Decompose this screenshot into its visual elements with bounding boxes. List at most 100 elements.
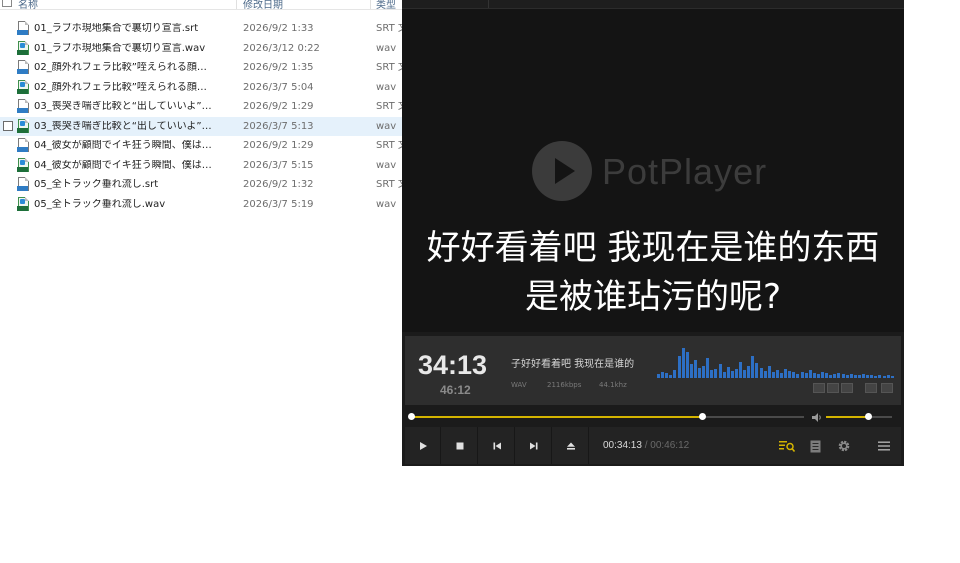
spectrum-bar: [698, 368, 701, 378]
file-type: wav: [376, 120, 397, 132]
subtitle-search-button[interactable]: [778, 437, 796, 455]
info-panel: 34:13 46:12 子好好看着吧 我现在是谁的 WAV 2116kbps 4…: [405, 336, 901, 405]
skip-forward-icon: [529, 442, 537, 449]
file-row[interactable]: 05_全トラック垂れ流し.wav 2026/3/7 5:19 wav: [0, 195, 402, 214]
file-name: 05_全トラック垂れ流し.srt: [34, 179, 159, 190]
file-row[interactable]: 01_ラブホ現地集合で裏切り宣言.wav 2026/3/12 0:22 wav: [0, 39, 402, 58]
spectrum-bar: [751, 356, 755, 378]
file-type: SRT 文件: [376, 179, 402, 190]
menu-button[interactable]: [875, 437, 893, 455]
next-button[interactable]: [516, 427, 552, 464]
eq-list-icon[interactable]: [841, 383, 853, 393]
file-row[interactable]: 05_全トラック垂れ流し.srt 2026/9/2 1:32 SRT 文件: [0, 175, 402, 194]
spectrum-bar: [747, 366, 751, 378]
spectrum-bar: [796, 374, 800, 378]
file-name: 04_彼女が顧問でイキ狂う瞬間、僕は…: [34, 159, 212, 171]
spectrum-bar: [800, 372, 804, 378]
spectrum-bar: [726, 367, 730, 378]
file-type: wav: [376, 198, 397, 210]
file-name: 02_顔外れフェラ比較”咥えられる顔…: [34, 81, 207, 93]
file-row[interactable]: 02_顔外れフェラ比較”咥えられる顔… 2026/3/7 5:04 wav: [0, 78, 402, 97]
file-row[interactable]: 03_喪哭き喘ぎ比較と“出していいよ”… 2026/3/7 5:13 wav: [0, 116, 402, 136]
seek-handle[interactable]: [698, 413, 706, 420]
file-name: 03_喪哭き喘ぎ比較と“出していいよ”…: [34, 120, 212, 132]
row-checkbox[interactable]: [3, 120, 13, 131]
column-date[interactable]: 修改日期: [243, 0, 283, 9]
spectrum-bar: [837, 373, 841, 378]
title-bar: [402, 0, 904, 9]
spectrum-bar: [808, 370, 812, 378]
subtitle-file-icon: [17, 60, 30, 75]
subtitle-file-icon: [17, 99, 30, 114]
file-name: 02_顔外れフェラ比較”咥えられる顔…: [34, 62, 207, 73]
eq-repeat-icon[interactable]: [827, 383, 839, 393]
file-date: 2026/9/2 1:32: [243, 179, 314, 190]
samplerate-label: 44.1khz: [599, 381, 627, 389]
spectrum-bar: [743, 370, 747, 378]
spectrum-bar: [710, 370, 714, 378]
time-separator: /: [644, 440, 648, 451]
settings-button[interactable]: [835, 437, 853, 455]
spectrum-bar: [878, 375, 882, 378]
previous-button[interactable]: [479, 427, 515, 464]
subtitle-line-2: 是被谁玷污的呢?: [524, 277, 782, 317]
spectrum-bar: [693, 360, 697, 378]
file-row[interactable]: 02_顔外れフェラ比較”咥えられる顔… 2026/9/2 1:35 SRT 文件: [0, 58, 402, 77]
spectrum-bar: [755, 363, 759, 378]
window-mode-icon[interactable]: [865, 383, 877, 393]
column-type[interactable]: 类型: [376, 0, 396, 9]
file-name: 05_全トラック垂れ流し.wav: [34, 198, 166, 210]
file-type: SRT 文件: [376, 62, 402, 73]
file-row[interactable]: 04_彼女が顧問でイキ狂う瞬間、僕は… 2026/9/2 1:29 SRT 文件: [0, 136, 402, 155]
spectrum-bar: [759, 368, 763, 378]
spectrum-bar: [857, 375, 861, 378]
seek-bar[interactable]: [408, 411, 804, 423]
stop-button[interactable]: [442, 427, 478, 464]
spectrum-bar: [890, 376, 894, 378]
document-icon: [810, 440, 820, 452]
file-type: wav: [376, 81, 397, 93]
select-all-checkbox[interactable]: [2, 0, 12, 7]
hamburger-menu-icon: [878, 441, 890, 451]
spectrum-bar: [730, 371, 734, 378]
file-date: 2026/3/7 5:13: [243, 120, 314, 132]
format-label: WAV: [511, 381, 527, 389]
file-row[interactable]: 03_喪哭き喘ぎ比較と“出していいよ”… 2026/9/2 1:29 SRT 文件: [0, 97, 402, 116]
control-bar: 00:34:13 / 00:46:12: [405, 427, 901, 464]
now-playing-title: 子好好看着吧 我现在是谁的: [511, 359, 635, 370]
spectrum-bar: [792, 372, 796, 378]
volume-handle[interactable]: [864, 413, 872, 420]
spectrum-bar: [866, 375, 870, 378]
file-type: SRT 文件: [376, 140, 402, 151]
file-type: wav: [376, 159, 397, 171]
file-row[interactable]: 04_彼女が顧問でイキ狂う瞬間、僕は… 2026/3/7 5:15 wav: [0, 156, 402, 175]
open-file-button[interactable]: [553, 427, 589, 464]
file-date: 2026/3/12 0:22: [243, 42, 320, 54]
play-logo-icon: [532, 141, 592, 201]
speaker-icon[interactable]: [812, 413, 822, 422]
spectrum-bar: [841, 374, 845, 378]
spectrum-bar: [862, 374, 865, 378]
fullscreen-icon[interactable]: [881, 383, 893, 393]
column-name[interactable]: 名称: [18, 0, 38, 9]
file-explorer: 名称 修改日期 类型 01_ラブホ現地集合で裏切り宣言.srt 2026/9/2 …: [0, 0, 402, 563]
eq-up-icon[interactable]: [813, 383, 825, 393]
spectrum-bar: [874, 376, 878, 378]
playlist-button[interactable]: [806, 437, 824, 455]
spectrum-bar: [722, 372, 726, 378]
file-row[interactable]: 01_ラブホ現地集合で裏切り宣言.srt 2026/9/2 1:33 SRT 文件: [0, 19, 402, 38]
spectrum-bar: [804, 373, 808, 378]
spectrum-bar: [849, 374, 853, 378]
file-date: 2026/9/2 1:29: [243, 140, 314, 151]
play-button[interactable]: [405, 427, 441, 464]
video-area[interactable]: PotPlayer 好好看着吧 我现在是谁的东西 是被谁玷污的呢?: [402, 0, 904, 332]
spectrum-bar: [825, 373, 829, 378]
spectrum-bar: [882, 376, 886, 378]
spectrum-bar: [685, 352, 689, 378]
volume-control[interactable]: [812, 411, 894, 423]
spectrum-bar: [763, 371, 767, 378]
potplayer-window: PotPlayer 好好看着吧 我现在是谁的东西 是被谁玷污的呢? 34:13 …: [402, 0, 904, 466]
time-display: 00:34:13 / 00:46:12: [603, 440, 689, 451]
spectrum-bar: [829, 375, 833, 378]
file-date: 2026/3/7 5:04: [243, 81, 314, 93]
